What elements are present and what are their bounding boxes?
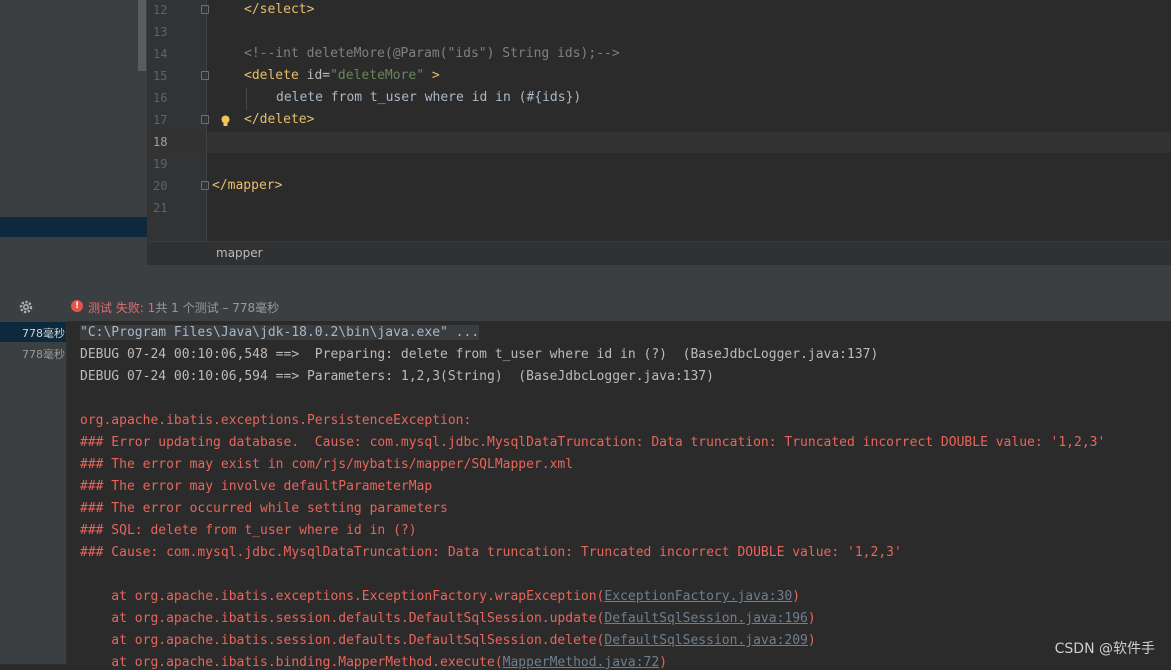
stack-source-link[interactable]: DefaultSqlSession.java:196 xyxy=(604,611,808,626)
panel-splitter[interactable] xyxy=(0,265,1171,294)
test-status-fail: 测试 失败: 1 xyxy=(88,301,156,315)
watermark: CSDN @软件手 xyxy=(1054,641,1155,657)
stack-frame-close: ) xyxy=(659,655,668,670)
console-debug-line: DEBUG 07-24 00:10:06,594 ==> Parameters:… xyxy=(80,369,714,384)
stack-trace-line: at org.apache.ibatis.exceptions.Exceptio… xyxy=(80,589,800,604)
stack-trace-line: at org.apache.ibatis.session.defaults.De… xyxy=(80,633,816,648)
code-line: </delete> xyxy=(244,112,315,127)
code-comment: <!--int deleteMore(@Param("ids") String … xyxy=(244,46,620,61)
test-tree-item[interactable]: 778毫秒 xyxy=(22,346,65,362)
stack-frame-close: ) xyxy=(807,611,816,626)
line-number: 13 xyxy=(153,25,168,39)
project-selected-row[interactable] xyxy=(0,217,147,237)
code-line: <delete id="deleteMore" > xyxy=(244,68,440,83)
stack-frame-close: ) xyxy=(807,633,816,648)
stack-frame: at org.apache.ibatis.session.defaults.De… xyxy=(80,611,605,626)
line-number: 15 xyxy=(153,69,168,83)
stack-frame: at org.apache.ibatis.session.defaults.De… xyxy=(80,633,605,648)
stack-source-link[interactable]: ExceptionFactory.java:30 xyxy=(604,589,792,604)
stack-frame: at org.apache.ibatis.exceptions.Exceptio… xyxy=(80,589,605,604)
line-number: 14 xyxy=(153,47,168,61)
project-panel-scrollbar[interactable] xyxy=(138,0,146,71)
line-number-current: 18 xyxy=(153,135,168,149)
stack-trace-line: at org.apache.ibatis.binding.MapperMetho… xyxy=(80,655,667,670)
test-tree xyxy=(0,321,67,664)
test-tree-item[interactable]: 778毫秒 xyxy=(22,325,65,341)
console-error-line: ### The error may exist in com/rjs/mybat… xyxy=(80,457,574,472)
project-panel-bottom xyxy=(0,237,147,265)
stack-trace-line: at org.apache.ibatis.session.defaults.De… xyxy=(80,611,816,626)
fold-marker-icon[interactable] xyxy=(201,115,209,124)
code-string: "deleteMore" xyxy=(330,68,425,83)
code-tag: <delete xyxy=(244,68,307,83)
console-error-line: ### The error occurred while setting par… xyxy=(80,501,448,516)
fold-marker-icon[interactable] xyxy=(201,181,209,190)
error-icon: ! xyxy=(71,300,83,312)
fold-marker-icon[interactable] xyxy=(201,5,209,14)
code-tag-end: > xyxy=(424,68,440,83)
code-line: </mapper> xyxy=(212,178,283,193)
line-number: 17 xyxy=(153,113,168,127)
console-error-line: ### SQL: delete from t_user where id in … xyxy=(80,523,417,538)
test-status: 测试 失败: 1共 1 个测试 – 778毫秒 xyxy=(88,299,279,316)
fold-marker-icon[interactable] xyxy=(201,71,209,80)
indent-guide xyxy=(246,88,247,110)
line-number: 21 xyxy=(153,201,168,215)
code-line: </select> xyxy=(244,2,315,17)
stack-frame: at org.apache.ibatis.binding.MapperMetho… xyxy=(80,655,503,670)
console-error-line: ### The error may involve defaultParamet… xyxy=(80,479,433,494)
test-status-summary: 共 1 个测试 – 778毫秒 xyxy=(155,301,280,315)
line-number: 16 xyxy=(153,91,168,105)
breadcrumb-bar xyxy=(147,241,1171,266)
console-command-line: "C:\Program Files\Java\jdk-18.0.2\bin\ja… xyxy=(80,325,480,340)
code-line: delete from t_user where id in (#{ids}) xyxy=(276,90,582,105)
console-error-line: org.apache.ibatis.exceptions.Persistence… xyxy=(80,413,480,428)
stack-frame-close: ) xyxy=(792,589,801,604)
breadcrumb[interactable]: mapper xyxy=(216,246,263,260)
console-debug-line: DEBUG 07-24 00:10:06,548 ==> Preparing: … xyxy=(80,347,879,362)
gear-icon[interactable] xyxy=(18,299,34,315)
line-number: 20 xyxy=(153,179,168,193)
line-number: 12 xyxy=(153,3,168,17)
lightbulb-icon[interactable] xyxy=(220,115,231,127)
code-editor[interactable] xyxy=(207,0,1171,241)
console-error-line: ### Cause: com.mysql.jdbc.MysqlDataTrunc… xyxy=(80,545,902,560)
code-attr: id= xyxy=(306,68,331,83)
stack-source-link[interactable]: MapperMethod.java:72 xyxy=(503,655,660,670)
current-line-highlight xyxy=(147,132,1171,153)
line-number: 19 xyxy=(153,157,168,171)
console-error-line: ### Error updating database. Cause: com.… xyxy=(80,435,1106,450)
stack-source-link[interactable]: DefaultSqlSession.java:209 xyxy=(604,633,808,648)
